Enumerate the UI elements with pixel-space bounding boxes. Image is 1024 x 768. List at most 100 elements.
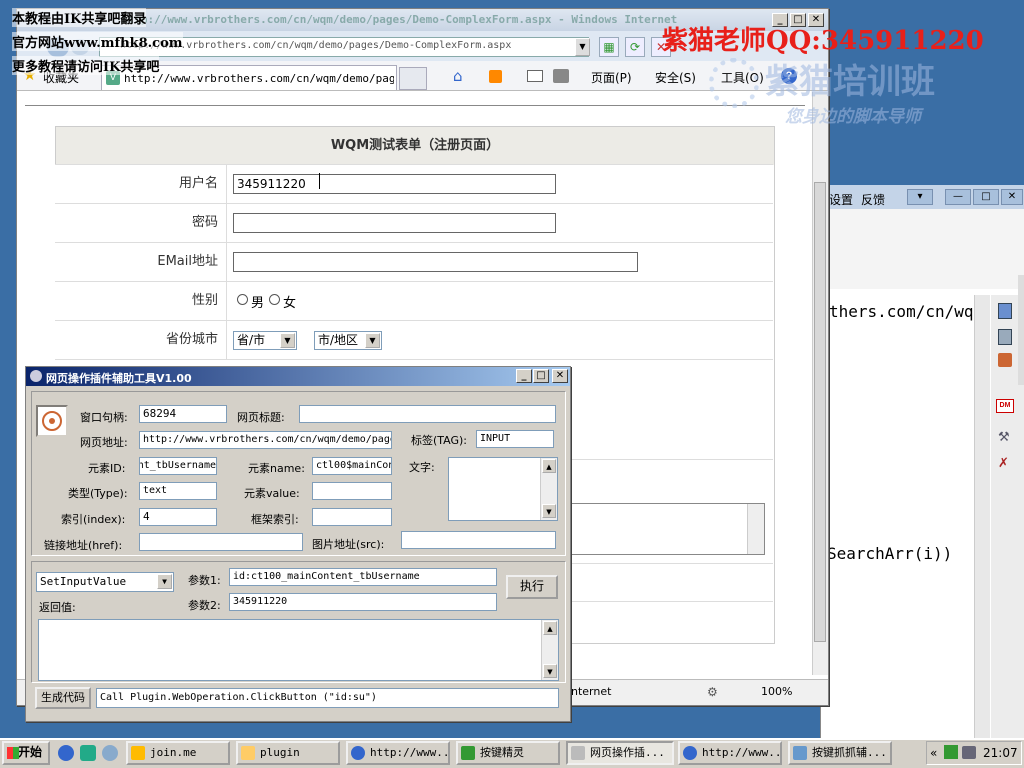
hwnd-input[interactable]: 68294 [139, 405, 227, 423]
watermark-line-2: 官方网站www.mfhk8.com [12, 32, 183, 51]
bucket-icon[interactable] [998, 353, 1012, 367]
city-select[interactable]: 市/地区 ▼ [314, 331, 382, 350]
href-input[interactable] [139, 533, 303, 551]
menu-safety[interactable]: 安全(S) [655, 69, 696, 86]
name-input[interactable]: ctl00$mainContent$tbUsername [312, 457, 392, 475]
home-icon[interactable]: ⌂ [453, 67, 471, 85]
doc-icon[interactable] [998, 303, 1012, 319]
editor-maximize-button[interactable]: □ [973, 189, 999, 205]
hwnd-label: 窗口句柄: [80, 411, 128, 424]
url-input[interactable]: http://www.vrbrothers.com/cn/wqm/demo/pa… [139, 431, 392, 449]
taskbar-item-label: plugin [260, 746, 300, 759]
return-area-scrollbar[interactable]: ▲ ▼ [541, 620, 558, 680]
zone-lock-icon[interactable]: ⚙ [707, 685, 727, 699]
gender-label: 性别 [55, 282, 227, 320]
taskbar-item-label: 网页操作插... [590, 746, 665, 759]
scroll-up-icon[interactable]: ▲ [542, 459, 556, 473]
method-select[interactable]: SetInputValue ▼ [36, 572, 174, 592]
quicklaunch-app2-icon[interactable] [102, 745, 118, 761]
editor-close-button[interactable]: ✕ [1001, 189, 1023, 205]
tool-maximize-button[interactable]: □ [533, 369, 549, 383]
crosshair-icon[interactable] [36, 405, 68, 437]
id-input[interactable]: ct100_mainContent_tbUsername [139, 457, 217, 475]
taskbar-item-tool[interactable]: 网页操作插... [566, 741, 674, 765]
province-select[interactable]: 省/市 ▼ [233, 331, 297, 350]
quicklaunch-ie-icon[interactable] [58, 745, 74, 761]
id-value: ct100_mainContent_tbUsername [139, 460, 216, 471]
tools-icon[interactable]: ⚒ [998, 431, 1012, 445]
page-scrollbar-thumb[interactable] [814, 182, 826, 642]
address-dropdown-button[interactable]: ▼ [575, 38, 590, 56]
url-label: 网页地址: [80, 436, 128, 449]
editor-code-line-2: SearchArr(i)) [827, 544, 953, 563]
taskbar-item-label: http://www... [370, 746, 450, 759]
username-input[interactable]: 345911220 [233, 174, 556, 194]
mail-icon[interactable] [527, 70, 543, 82]
href-label: 链接地址(href): [44, 539, 123, 552]
dm-icon[interactable]: DM [996, 399, 1014, 413]
src-input[interactable] [401, 531, 556, 549]
scroll-down-icon[interactable]: ▼ [543, 664, 557, 678]
password-input[interactable] [233, 213, 556, 233]
editor-menu-settings[interactable]: 设置 [829, 191, 853, 208]
taskbar-item-browser-2[interactable]: http://www... [678, 741, 782, 765]
tool-minimize-button[interactable]: _ [516, 369, 532, 383]
page-title-input[interactable] [299, 405, 556, 423]
refresh-icon[interactable]: ⟳ [625, 37, 645, 57]
text-area-scrollbar[interactable]: ▲ ▼ [540, 458, 557, 520]
frame-label: 框架索引: [251, 513, 299, 526]
type-input[interactable]: text [139, 482, 217, 500]
editor-min-button[interactable]: ▾ [907, 189, 933, 205]
row-region: 省份城市 省/市 ▼ 市/地区 ▼ [55, 320, 773, 359]
scroll-down-icon[interactable]: ▼ [542, 504, 556, 518]
tools-remove-icon[interactable]: ✗ [998, 457, 1012, 471]
taskbar-item-label: join.me [150, 746, 197, 759]
frame-input[interactable] [312, 508, 392, 526]
logo-main-text: 紫猫培训班 [765, 62, 935, 102]
quicklaunch-app-icon[interactable] [80, 745, 96, 761]
email-input[interactable] [233, 252, 638, 272]
print-icon[interactable] [553, 69, 569, 83]
return-area[interactable] [38, 619, 559, 681]
execute-button[interactable]: 执行 [506, 575, 558, 599]
region-label: 省份城市 [55, 321, 227, 359]
form-textarea-scrollbar[interactable] [747, 504, 764, 554]
new-tab-button[interactable] [399, 67, 427, 90]
page-separator [25, 105, 805, 106]
calc-icon[interactable] [998, 329, 1012, 345]
gen-code-button[interactable]: 生成代码 [35, 687, 91, 709]
form-textarea[interactable] [560, 503, 765, 555]
rss-icon[interactable] [489, 70, 502, 83]
param2-input[interactable]: 345911220 [229, 593, 497, 611]
tray-volume-icon[interactable] [962, 746, 976, 759]
editor-menu-feedback[interactable]: 反馈 [861, 191, 885, 208]
src-label: 图片地址(src): [312, 538, 385, 551]
taskbar-item-anjian[interactable]: 按键精灵 [456, 741, 560, 765]
logo-sub-text: 您身边的脚本导师 [785, 107, 921, 127]
value-input[interactable] [312, 482, 392, 500]
scroll-up-icon[interactable]: ▲ [543, 621, 557, 635]
gender-male-radio[interactable] [237, 294, 248, 305]
hwnd-value: 68294 [143, 407, 177, 420]
menu-page[interactable]: 页面(P) [591, 69, 632, 86]
index-input[interactable]: 4 [139, 508, 217, 526]
taskbar-item-zhuazhua[interactable]: 按键抓抓辅... [788, 741, 892, 765]
city-value: 市/地区 [318, 333, 359, 347]
tool-close-button[interactable]: ✕ [552, 369, 568, 383]
param1-input[interactable]: id:ct100_mainContent_tbUsername [229, 568, 497, 586]
editor-scrollbar[interactable] [974, 295, 990, 740]
compat-icon[interactable]: ▦ [599, 37, 619, 57]
zoom-level[interactable]: 100% [761, 685, 792, 698]
tray-app-icon[interactable] [944, 745, 958, 759]
code-output[interactable]: Call Plugin.WebOperation.ClickButton ("i… [96, 688, 559, 708]
taskbar-item-plugin[interactable]: plugin [236, 741, 340, 765]
taskbar-item-joinme[interactable]: join.me [126, 741, 230, 765]
taskbar-item-browser-1[interactable]: http://www... [346, 741, 450, 765]
taskbar-item-label: 按键精灵 [480, 746, 524, 759]
param2-value: 345911220 [233, 596, 288, 607]
gender-female-radio[interactable] [269, 294, 280, 305]
tray-expand-icon[interactable]: « [930, 746, 937, 760]
start-button[interactable]: 开始 [2, 741, 50, 765]
editor-minimize-button[interactable]: — [945, 189, 971, 205]
tag-input[interactable]: INPUT [476, 430, 554, 448]
